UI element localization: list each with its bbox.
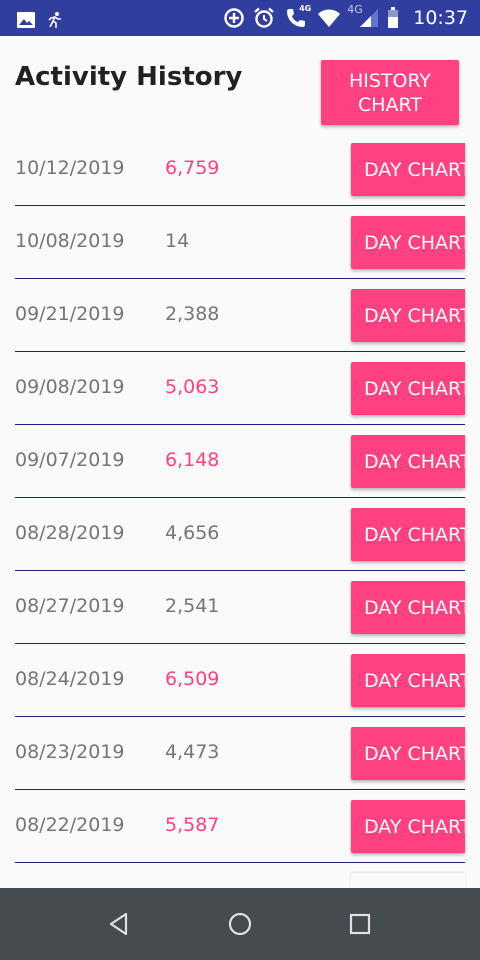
entry-steps: 5,587 xyxy=(165,814,220,836)
day-chart-button[interactable]: DAY CHART xyxy=(351,289,465,342)
day-chart-button[interactable]: DAY CHART xyxy=(351,581,465,634)
day-chart-button[interactable]: DAY CHART xyxy=(351,216,465,269)
row-divider xyxy=(15,789,465,790)
entry-steps: 6,759 xyxy=(165,157,220,179)
cell-signal-icon: 4G xyxy=(347,3,379,30)
row-divider xyxy=(15,351,465,352)
list-item: 08/23/2019 4,473 DAY CHART xyxy=(0,718,480,791)
back-icon[interactable] xyxy=(106,910,134,938)
row-divider xyxy=(15,716,465,717)
alarm-icon xyxy=(253,6,275,30)
day-chart-button[interactable]: DAY CHART xyxy=(351,800,465,853)
navigation-bar xyxy=(0,888,480,960)
day-chart-button[interactable]: DAY CHART xyxy=(351,362,465,415)
row-divider xyxy=(15,570,465,571)
day-chart-button[interactable]: DAY CHART xyxy=(351,435,465,488)
list-item: 08/22/2019 5,587 DAY CHART xyxy=(0,791,480,864)
entry-steps: 4,473 xyxy=(165,741,220,763)
history-chart-button[interactable]: HISTORY CHART xyxy=(321,60,459,125)
row-divider xyxy=(15,497,465,498)
entry-date: 08/22/2019 xyxy=(15,814,125,836)
page-title: Activity History xyxy=(15,62,243,92)
list-item: 08/24/2019 6,509 DAY CHART xyxy=(0,645,480,718)
network-type-label: 4G xyxy=(347,3,363,16)
list-item: 09/08/2019 5,063 DAY CHART xyxy=(0,353,480,426)
list-item: 09/21/2019 2,388 DAY CHART xyxy=(0,280,480,353)
entry-steps: 5,063 xyxy=(165,376,220,398)
row-divider xyxy=(15,205,465,206)
entry-date: 10/12/2019 xyxy=(15,157,125,179)
entry-date: 09/21/2019 xyxy=(15,303,125,325)
list-item: 08/28/2019 4,656 DAY CHART xyxy=(0,499,480,572)
row-divider xyxy=(15,862,465,863)
row-divider xyxy=(15,643,465,644)
app-content: Activity History HISTORY CHART 10/12/201… xyxy=(0,36,480,888)
activity-runner-icon xyxy=(46,8,64,32)
entry-date: 08/28/2019 xyxy=(15,522,125,544)
home-icon[interactable] xyxy=(226,910,254,938)
activity-list[interactable]: 10/12/2019 6,759 DAY CHART 10/08/2019 14… xyxy=(0,134,480,888)
image-icon xyxy=(16,8,36,32)
list-item-partial xyxy=(0,864,480,888)
row-divider xyxy=(15,278,465,279)
recents-icon[interactable] xyxy=(346,910,374,938)
entry-steps: 2,388 xyxy=(165,303,220,325)
battery-icon xyxy=(387,6,399,30)
day-chart-button[interactable]: DAY CHART xyxy=(351,508,465,561)
entry-date: 10/08/2019 xyxy=(15,230,125,252)
day-chart-button[interactable]: DAY CHART xyxy=(351,727,465,780)
entry-steps: 4,656 xyxy=(165,522,220,544)
row-divider xyxy=(15,424,465,425)
list-item: 10/08/2019 14 DAY CHART xyxy=(0,207,480,280)
entry-steps: 14 xyxy=(165,230,190,252)
list-item: 10/12/2019 6,759 DAY CHART xyxy=(0,134,480,207)
wifi-calling-label: 4G xyxy=(299,4,312,13)
entry-date: 08/27/2019 xyxy=(15,595,125,617)
entry-steps: 2,541 xyxy=(165,595,220,617)
entry-date: 08/24/2019 xyxy=(15,668,125,690)
list-item: 08/27/2019 2,541 DAY CHART xyxy=(0,572,480,645)
entry-date: 09/08/2019 xyxy=(15,376,125,398)
entry-steps: 6,509 xyxy=(165,668,220,690)
day-chart-button[interactable]: DAY CHART xyxy=(351,654,465,707)
wifi-calling-icon: 4G xyxy=(283,4,312,30)
clock: 10:37 xyxy=(413,7,468,29)
entry-steps: 6,148 xyxy=(165,449,220,471)
day-chart-button-partial[interactable] xyxy=(351,873,465,888)
wifi-icon xyxy=(317,6,341,30)
data-saver-icon xyxy=(223,6,245,30)
status-bar: 4G 4G 10:37 xyxy=(0,0,480,36)
entry-date: 08/23/2019 xyxy=(15,741,125,763)
list-item: 09/07/2019 6,148 DAY CHART xyxy=(0,426,480,499)
list-rows: 10/12/2019 6,759 DAY CHART 10/08/2019 14… xyxy=(0,134,480,864)
day-chart-button[interactable]: DAY CHART xyxy=(351,143,465,196)
entry-date: 09/07/2019 xyxy=(15,449,125,471)
